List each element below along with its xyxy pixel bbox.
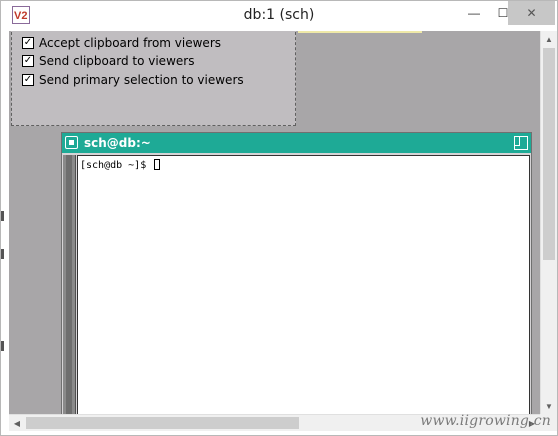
left-edge-artifact bbox=[1, 341, 4, 351]
accept-clipboard-option[interactable]: ✓ Accept clipboard from viewers bbox=[22, 35, 221, 51]
shell-prompt: [sch@db ~]$ bbox=[80, 160, 153, 171]
title-bar[interactable]: V2 db:1 (sch) — ☐ ✕ bbox=[1, 1, 557, 31]
scroll-left-icon[interactable]: ◀ bbox=[9, 415, 25, 431]
shell-prompt-line: [sch@db ~]$ bbox=[80, 159, 161, 171]
accept-clipboard-label: Accept clipboard from viewers bbox=[39, 36, 222, 50]
left-edge-artifact bbox=[1, 249, 4, 259]
watermark: www.iigrowing.cn bbox=[420, 413, 551, 429]
terminal-cursor bbox=[154, 159, 161, 170]
close-button[interactable]: ✕ bbox=[508, 1, 555, 25]
send-clipboard-option[interactable]: ✓ Send clipboard to viewers bbox=[22, 53, 194, 69]
terminal-area[interactable]: [sch@db ~]$ bbox=[77, 155, 530, 414]
accept-clipboard-checkbox[interactable]: ✓ bbox=[22, 37, 34, 49]
send-clipboard-label: Send clipboard to viewers bbox=[39, 54, 195, 68]
clipboard-options-panel: ✓ Accept clipboard from viewers ✓ Send c… bbox=[11, 31, 296, 126]
close-icon: ✕ bbox=[526, 6, 537, 20]
remote-desktop-area[interactable]: ✓ Accept clipboard from viewers ✓ Send c… bbox=[9, 31, 540, 414]
resize-icon[interactable] bbox=[514, 136, 528, 150]
xterm-scrollbar[interactable] bbox=[63, 155, 76, 414]
minimize-button[interactable]: — bbox=[459, 1, 489, 25]
horizontal-scroll-thumb[interactable] bbox=[26, 417, 299, 429]
window-menu-icon[interactable] bbox=[65, 136, 78, 149]
vertical-scrollbar[interactable]: ▲ ▼ bbox=[540, 31, 557, 414]
send-primary-selection-label: Send primary selection to viewers bbox=[39, 73, 244, 87]
send-clipboard-checkbox[interactable]: ✓ bbox=[22, 55, 34, 67]
maximize-icon: ☐ bbox=[497, 6, 509, 20]
vertical-scroll-thumb[interactable] bbox=[543, 48, 555, 260]
minimize-icon: — bbox=[468, 6, 480, 20]
yellow-strip bbox=[298, 31, 422, 33]
scroll-down-icon[interactable]: ▼ bbox=[541, 398, 557, 414]
xterm-title-bar[interactable]: sch@db:~ bbox=[62, 133, 531, 153]
xterm-window[interactable]: sch@db:~ [sch@db ~]$ bbox=[61, 132, 532, 414]
vnc-viewer-window: V2 db:1 (sch) — ☐ ✕ ✓ Accept clipboard f… bbox=[0, 0, 558, 436]
left-edge-artifact bbox=[1, 211, 4, 221]
send-primary-selection-checkbox[interactable]: ✓ bbox=[22, 74, 34, 86]
scroll-up-icon[interactable]: ▲ bbox=[541, 31, 557, 47]
xterm-title: sch@db:~ bbox=[84, 136, 151, 150]
send-primary-selection-option[interactable]: ✓ Send primary selection to viewers bbox=[22, 72, 244, 88]
